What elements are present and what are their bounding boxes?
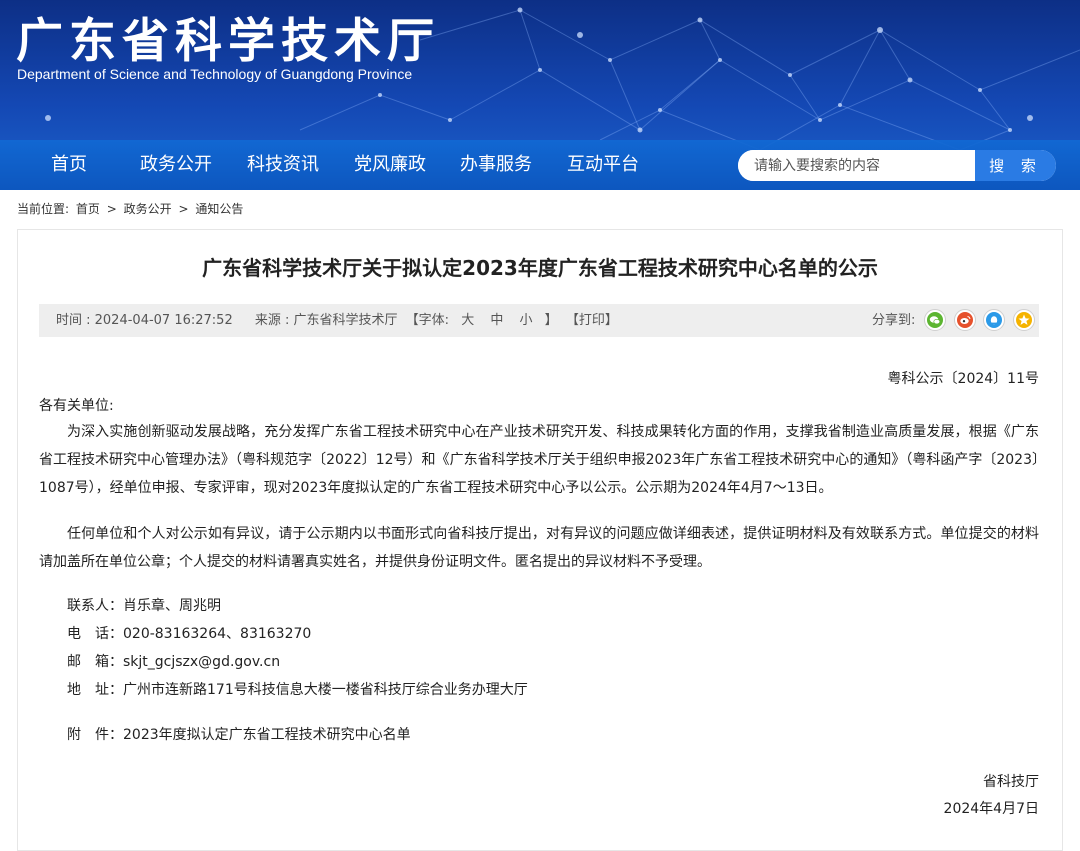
contact-person: 联系人：肖乐章、周兆明 (67, 598, 221, 614)
attachment-link[interactable]: 附 件：2023年度拟认定广东省工程技术研究中心名单 (67, 721, 411, 749)
print-link[interactable]: 【打印】 (566, 313, 618, 328)
nav-item-services[interactable]: 办事服务 (460, 140, 532, 190)
nav-item-interaction[interactable]: 互动平台 (567, 140, 639, 190)
nav-item-tech-news[interactable]: 科技资讯 (247, 140, 319, 190)
font-size-large[interactable]: 大 (457, 313, 478, 328)
paragraph-1: 为深入实施创新驱动发展战略，充分发挥广东省工程技术研究中心在产业技术研究开发、科… (39, 424, 1039, 496)
article-meta-bar: 时间 : 2024-04-07 16:27:52 来源 : 广东省科学技术厅 【… (39, 304, 1039, 337)
site-title: 广东省科学技术厅 (16, 14, 440, 69)
signature: 省科技厅 (983, 774, 1039, 790)
share-label: 分享到: (872, 313, 916, 328)
breadcrumb: 当前位置: 首页 > 政务公开 > 通知公告 (17, 200, 246, 217)
search-button[interactable]: 搜 索 (975, 150, 1056, 181)
breadcrumb-government-affairs[interactable]: 政务公开 (124, 202, 172, 216)
article-title: 广东省科学技术厅关于拟认定2023年度广东省工程技术研究中心名单的公示 (202, 256, 878, 280)
paragraph-2: 任何单位和个人对公示如有异议，请于公示期内以书面形式向省科技厅提出，对有异议的问… (39, 526, 1039, 570)
site-subtitle: Department of Science and Technology of … (17, 66, 413, 82)
article-source: 来源 : 广东省科学技术厅 (254, 313, 398, 328)
contact-address: 地 址：广州市连新路171号科技信息大楼一楼省科技厅综合业务办理大厅 (67, 682, 528, 698)
breadcrumb-separator: > (106, 202, 117, 216)
qzone-icon[interactable] (1013, 309, 1035, 331)
nav-item-government-affairs[interactable]: 政务公开 (140, 140, 212, 190)
nav-item-integrity[interactable]: 党风廉政 (354, 140, 426, 190)
publish-time: 时间 : 2024-04-07 16:27:52 (56, 313, 233, 328)
weibo-icon[interactable] (954, 309, 976, 331)
breadcrumb-prefix: 当前位置: (17, 202, 70, 216)
signature-date: 2024年4月7日 (943, 801, 1039, 817)
document-number: 粤科公示〔2024〕11号 (887, 371, 1039, 387)
contact-phone: 电 话：020-83163264、83163270 (67, 626, 312, 642)
wechat-icon[interactable] (924, 309, 946, 331)
breadcrumb-home[interactable]: 首页 (76, 202, 100, 216)
nav-item-home[interactable]: 首页 (51, 140, 87, 190)
search-box: 搜 索 (738, 150, 1056, 181)
salutation: 各有关单位: (39, 398, 114, 414)
search-input[interactable] (738, 150, 975, 181)
font-size-medium[interactable]: 中 (486, 313, 507, 328)
qq-icon[interactable] (983, 309, 1005, 331)
breadcrumb-separator: > (178, 202, 189, 216)
font-size-small[interactable]: 小 (516, 313, 537, 328)
contact-email: 邮 箱：skjt_gcjszx@gd.gov.cn (67, 654, 281, 670)
font-size-close: 】 (544, 313, 558, 328)
font-size-label: 【字体: (405, 313, 450, 328)
breadcrumb-notices[interactable]: 通知公告 (195, 202, 243, 216)
